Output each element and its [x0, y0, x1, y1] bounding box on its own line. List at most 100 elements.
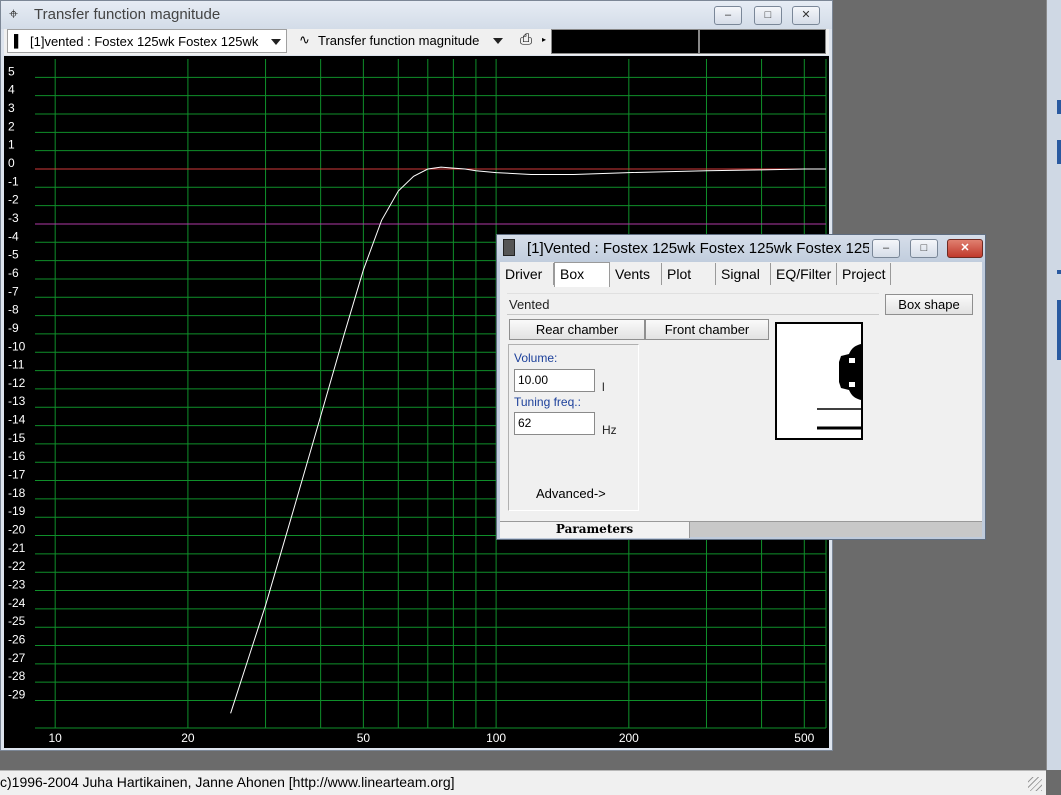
y-tick-label: 4 [8, 83, 15, 97]
print-button[interactable]: ⎙ ▸ [516, 29, 550, 53]
parameters-body: Driver Box Vents Plot Signal EQ/Filter P… [500, 262, 982, 538]
status-bar: c)1996-2004 Juha Hartikainen, Janne Ahon… [0, 770, 1046, 795]
box-shape-button[interactable]: Box shape [885, 294, 973, 315]
y-tick-label: -28 [8, 669, 26, 683]
desktop-edge-mark [1057, 100, 1061, 114]
tab-plot[interactable]: Plot [662, 263, 716, 285]
graph-type-selector[interactable]: ∿ Transfer function magnitude [291, 29, 511, 53]
main-toolbar: ▌ [1]vented : Fostex 125wk Fostex 125wk … [4, 29, 829, 55]
y-tick-label: -17 [8, 468, 26, 482]
parameters-footer-tab[interactable]: Parameters [500, 522, 690, 538]
x-tick-label: 200 [619, 731, 639, 745]
tuning-freq-input[interactable]: 62 [514, 412, 595, 435]
y-tick-label: -26 [8, 633, 26, 647]
box-type-field[interactable]: Vented [507, 293, 879, 315]
advanced-link[interactable]: Advanced-> [536, 486, 606, 501]
volume-input[interactable]: 10.00 [514, 369, 595, 392]
tab-driver[interactable]: Driver [500, 263, 554, 285]
y-tick-label: -9 [8, 321, 19, 335]
y-tick-label: -5 [8, 248, 19, 262]
tuning-freq-label: Tuning freq.: [514, 395, 581, 409]
y-tick-label: 2 [8, 119, 15, 133]
y-tick-label: -24 [8, 596, 26, 610]
x-tick-label: 20 [181, 731, 195, 745]
parameters-window: [1]Vented : Fostex 125wk Fostex 125wk Fo… [496, 234, 986, 540]
copyright-text: c)1996-2004 Juha Hartikainen, Janne Ahon… [0, 774, 455, 790]
y-tick-label: -11 [8, 358, 25, 372]
y-tick-label: -25 [8, 614, 26, 628]
y-tick-label: -8 [8, 303, 19, 317]
maximize-button[interactable]: □ [910, 239, 938, 258]
y-tick-label: -22 [8, 559, 26, 573]
chamber-panel: Volume: 10.00 l Tuning freq.: 62 Hz Adva… [508, 344, 639, 511]
main-titlebar[interactable]: ⌖ Transfer function magnitude – □ ✕ [1, 1, 832, 29]
maximize-button[interactable]: □ [754, 6, 782, 25]
y-tick-label: -13 [8, 394, 26, 408]
y-tick-label: -1 [8, 174, 19, 188]
y-tick-label: -4 [8, 229, 19, 243]
tab-box[interactable]: Box [554, 262, 610, 287]
y-tick-label: -15 [8, 431, 26, 445]
waveform-icon: ∿ [299, 32, 310, 47]
y-tick-label: 5 [8, 64, 15, 78]
y-tick-label: -21 [8, 541, 26, 555]
y-tick-label: -14 [8, 413, 26, 427]
tab-vents[interactable]: Vents [610, 263, 662, 285]
graph-type-label: Transfer function magnitude [318, 33, 480, 48]
front-chamber-button[interactable]: Front chamber [645, 319, 769, 340]
caret-right-icon: ▸ [542, 35, 547, 44]
tab-project[interactable]: Project [837, 263, 891, 285]
printer-icon: ⎙ [520, 31, 533, 48]
y-tick-label: -23 [8, 578, 26, 592]
cursor-readout-secondary [699, 29, 826, 54]
y-tick-label: -29 [8, 688, 26, 702]
cursor-readout-primary [551, 29, 699, 54]
close-button[interactable]: ✕ [792, 6, 820, 25]
x-tick-label: 100 [486, 731, 506, 745]
y-tick-label: -16 [8, 449, 26, 463]
y-tick-label: -20 [8, 523, 26, 537]
x-tick-label: 50 [357, 731, 371, 745]
chevron-down-icon[interactable] [271, 39, 281, 45]
y-tick-label: -6 [8, 266, 19, 280]
volume-label: Volume: [514, 351, 558, 365]
crosshair-icon: ⌖ [9, 6, 19, 23]
tab-signal[interactable]: Signal [716, 263, 771, 285]
y-tick-label: 0 [8, 156, 15, 170]
y-tick-label: 3 [8, 101, 15, 115]
desktop-edge-mark [1057, 300, 1061, 360]
y-tick-label: -10 [8, 339, 26, 353]
minimize-button[interactable]: – [872, 239, 900, 258]
speaker-icon: ▌ [14, 34, 23, 48]
y-tick-label: 1 [8, 138, 15, 152]
desktop-edge-mark [1057, 140, 1061, 164]
tuning-freq-unit: Hz [602, 423, 617, 437]
y-tick-label: -7 [8, 284, 19, 298]
vented-box-drawing-icon [817, 344, 861, 430]
y-tick-label: -18 [8, 486, 26, 500]
parameters-footer: Parameters [500, 521, 982, 538]
desktop-edge [1046, 0, 1061, 770]
tab-eq-filter[interactable]: EQ/Filter [771, 263, 837, 285]
curve-selector[interactable]: ▌ [1]vented : Fostex 125wk Fostex 125wk [7, 29, 287, 53]
y-tick-label: -2 [8, 193, 19, 207]
resize-grip-icon[interactable] [1028, 777, 1042, 791]
parameters-titlebar[interactable]: [1]Vented : Fostex 125wk Fostex 125wk Fo… [497, 235, 985, 262]
main-window-title: Transfer function magnitude [34, 6, 221, 23]
y-tick-label: -12 [8, 376, 26, 390]
y-tick-label: -19 [8, 504, 26, 518]
close-button[interactable]: ✕ [947, 239, 983, 258]
chevron-down-icon[interactable] [493, 38, 503, 44]
minimize-button[interactable]: – [714, 6, 742, 25]
tab-strip: Driver Box Vents Plot Signal EQ/Filter P… [500, 262, 982, 287]
speaker-icon [503, 239, 515, 256]
box-preview [775, 322, 863, 440]
y-tick-label: -3 [8, 211, 19, 225]
parameters-window-title: [1]Vented : Fostex 125wk Fostex 125wk Fo… [527, 240, 869, 257]
curve-selector-label: [1]vented : Fostex 125wk Fostex 125wk [30, 34, 259, 49]
x-tick-label: 10 [48, 731, 62, 745]
rear-chamber-button[interactable]: Rear chamber [509, 319, 645, 340]
volume-unit: l [602, 380, 605, 394]
desktop-edge-mark [1057, 270, 1061, 274]
x-tick-label: 500 [794, 731, 814, 745]
